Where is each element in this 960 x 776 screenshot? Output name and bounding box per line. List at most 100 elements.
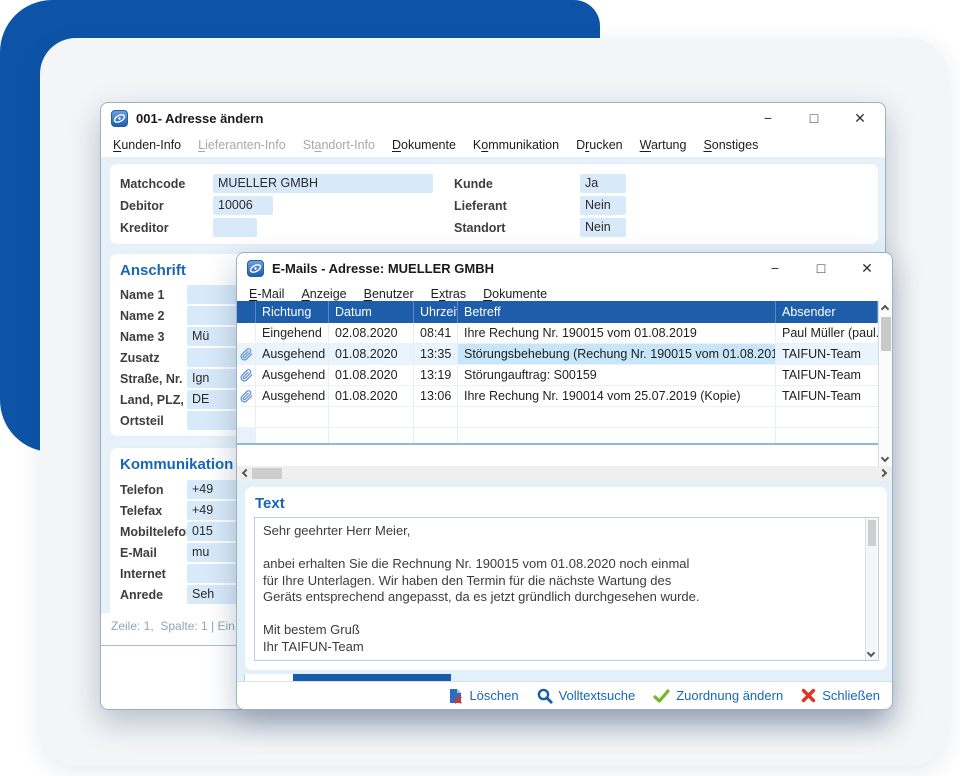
status-text: Zeile: 1, Spalte: 1 | Ein [111,619,235,633]
menu-drucken[interactable]: Drucken [576,138,623,152]
col-absender[interactable]: Absender [776,301,878,323]
col-uhrzeit[interactable]: Uhrzeit [414,301,458,323]
window2-title: E-Mails - Adresse: MUELLER GMBH [272,261,494,276]
zuordnung-aendern-button[interactable]: Zuordnung ändern [653,688,783,703]
adresse-kopf-panel: Matchcode MUELLER GMBH Kunde Ja Debitor … [109,163,879,245]
kunde-input[interactable]: Ja [580,174,626,193]
maximize-button[interactable]: □ [799,107,829,129]
taifun-logo-icon [111,110,128,127]
betreff-cell: Ihre Rechung Nr. 190015 vom 01.08.2019 [458,323,776,343]
volltextsuche-button[interactable]: Volltextsuche [537,688,636,704]
email-label: E-Mail [120,543,157,563]
minimize-button[interactable]: − [753,107,783,129]
scroll-down-icon[interactable] [881,454,889,462]
scroll-down-icon[interactable] [867,649,875,657]
name2-label: Name 2 [120,306,164,326]
table-vertical-scrollbar[interactable] [878,301,892,466]
paperclip-icon [240,390,253,403]
schliessen-button[interactable]: Schließen [801,688,880,703]
window2-titlebar[interactable]: E-Mails - Adresse: MUELLER GMBH − □ ✕ [237,253,892,283]
uhrzeit-cell: 13:19 [414,365,458,385]
maximize-button[interactable]: □ [806,257,836,279]
menu-kunden-info[interactable]: Kunden-Info [113,138,181,152]
kommunikation-heading: Kommunikation [120,456,233,473]
menu-anzeige[interactable]: Anzeige [301,287,346,301]
col-datum[interactable]: Datum [329,301,414,323]
anrede-label: Anrede [120,585,163,605]
close-button[interactable]: ✕ [845,107,875,129]
menu-dokumente[interactable]: Dokumente [392,138,456,152]
standort-input[interactable]: Nein [580,218,626,237]
attachment-cell [237,365,256,385]
menu-extras[interactable]: Extras [431,287,466,301]
scrollbar-thumb[interactable] [881,317,891,351]
delete-document-icon [448,688,463,704]
menu-wartung[interactable]: Wartung [640,138,687,152]
betreff-cell-selected: Störungsbehebung (Rechung Nr. 190015 vom… [458,344,776,364]
lieferant-label: Lieferant [454,196,507,216]
loeschen-button[interactable]: Löschen [448,688,518,704]
taifun-logo-icon [247,260,264,277]
richtung-cell: Eingehend [256,323,329,343]
email-body-text[interactable]: Sehr geehrter Herr Meier, anbei erhalten… [254,517,879,661]
col-attachment[interactable] [237,301,256,323]
email-row[interactable]: Ausgehend 01.08.2020 13:06 Ihre Rechung … [237,386,878,407]
menu-standort-info: Standort-Info [303,138,375,152]
mobiltelefon-label: Mobiltelefon [120,522,194,542]
table-horizontal-scrollbar[interactable] [237,466,892,481]
debitor-input[interactable]: 10006 [213,196,273,215]
absender-cell: TAIFUN-Team [776,386,878,406]
window2-toolbar: Löschen Volltextsuche Zuordnung ändern S… [237,681,892,709]
attachment-cell [237,386,256,406]
attachment-cell [237,344,256,364]
absender-cell: TAIFUN-Team [776,344,878,364]
menu-sonstiges[interactable]: Sonstiges [703,138,758,152]
menu-lieferanten-info: Lieferanten-Info [198,138,286,152]
email-table-header[interactable]: Richtung Datum Uhrzeit Betreff Absender [237,301,878,323]
kreditor-label: Kreditor [120,218,169,238]
datum-cell: 01.08.2020 [329,365,414,385]
paperclip-icon [240,369,253,382]
col-betreff[interactable]: Betreff [458,301,776,323]
window-emails: E-Mails - Adresse: MUELLER GMBH − □ ✕ E-… [236,252,893,710]
ortsteil-label: Ortsteil [120,411,164,431]
uhrzeit-cell: 13:06 [414,386,458,406]
window1-title: 001- Adresse ändern [136,111,263,126]
attachment-cell [237,323,256,343]
scroll-left-icon[interactable] [242,469,250,477]
empty-row [237,428,878,443]
text-panel: Text Sehr geehrter Herr Meier, anbei erh… [244,486,888,671]
scrollbar-thumb[interactable] [868,520,876,546]
internet-label: Internet [120,564,166,584]
close-button[interactable]: ✕ [852,257,882,279]
kunde-label: Kunde [454,174,493,194]
text-heading: Text [255,495,285,512]
uhrzeit-cell: 13:35 [414,344,458,364]
uhrzeit-cell: 08:41 [414,323,458,343]
telefax-label: Telefax [120,501,162,521]
betreff-cell: Störungauftrag: S00159 [458,365,776,385]
email-row[interactable]: Eingehend 02.08.2020 08:41 Ihre Rechung … [237,323,878,344]
minimize-button[interactable]: − [760,257,790,279]
scrollbar-thumb[interactable] [252,468,282,479]
col-richtung[interactable]: Richtung [256,301,329,323]
matchcode-input[interactable]: MUELLER GMBH [213,174,433,193]
menu-e-mail[interactable]: E-Mail [249,287,284,301]
scroll-right-icon[interactable] [879,469,887,477]
zuordnung-aendern-label: Zuordnung ändern [676,688,783,703]
menu-dokumente[interactable]: Dokumente [483,287,547,301]
menu-benutzer[interactable]: Benutzer [364,287,414,301]
search-icon [537,688,553,704]
email-row[interactable]: Ausgehend 01.08.2020 13:19 Störungauftra… [237,365,878,386]
kreditor-input[interactable] [213,218,257,237]
menu-kommunikation[interactable]: Kommunikation [473,138,559,152]
absender-cell: TAIFUN-Team [776,365,878,385]
matchcode-label: Matchcode [120,174,185,194]
richtung-cell: Ausgehend [256,344,329,364]
standort-label: Standort [454,218,505,238]
scroll-up-icon[interactable] [881,305,889,313]
lieferant-input[interactable]: Nein [580,196,626,215]
email-row-selected[interactable]: Ausgehend 01.08.2020 13:35 Störungsbeheb… [237,344,878,365]
text-vertical-scrollbar[interactable] [865,518,877,660]
window1-titlebar[interactable]: 001- Adresse ändern − □ ✕ [101,103,885,133]
